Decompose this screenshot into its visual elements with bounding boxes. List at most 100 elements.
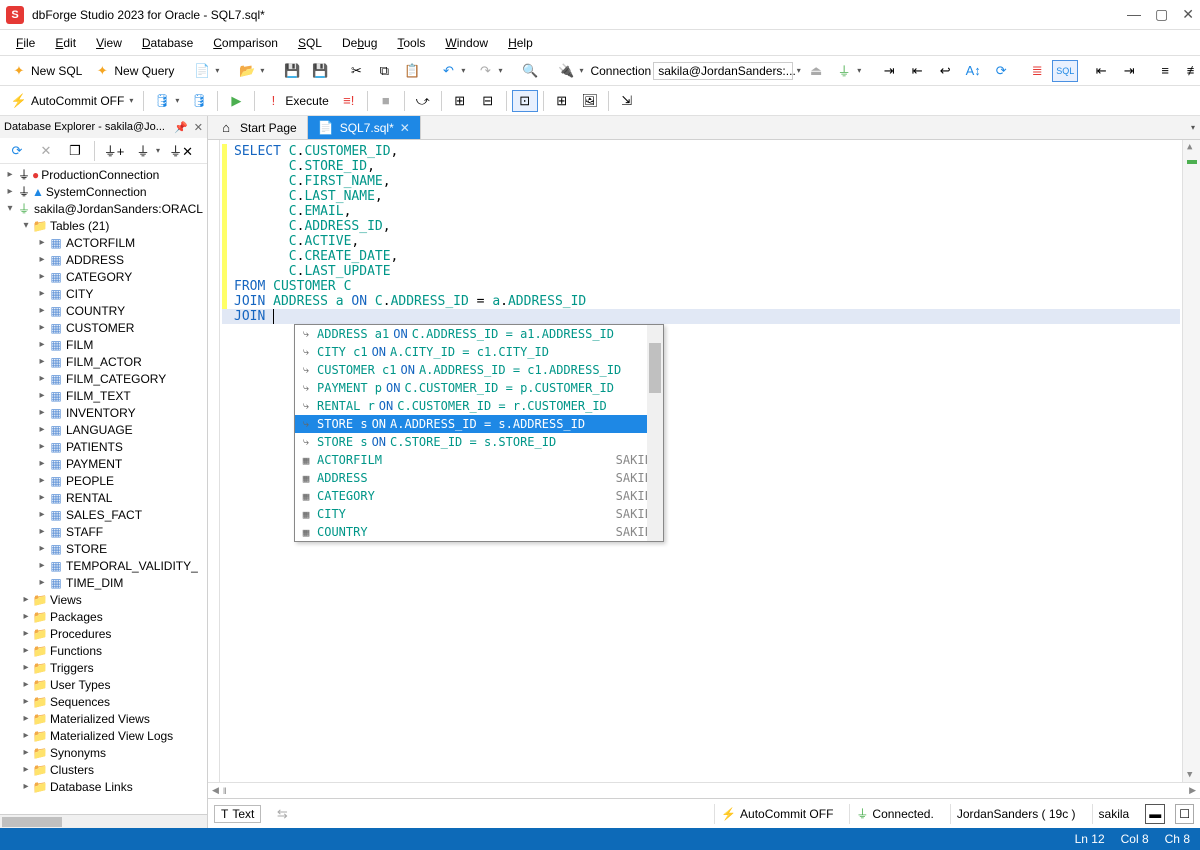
table-node[interactable]: ▸▦FILM <box>0 336 207 353</box>
table-node[interactable]: ▸▦CUSTOMER <box>0 319 207 336</box>
view-toggle-1[interactable]: ▬ <box>1145 804 1165 824</box>
tables-folder[interactable]: ▾📁Tables (21) <box>0 217 207 234</box>
table-node[interactable]: ▸▦ADDRESS <box>0 251 207 268</box>
grid-mode-button[interactable]: ⊡ <box>512 90 538 112</box>
table-node[interactable]: ▸▦STORE <box>0 540 207 557</box>
delete-button[interactable]: ✕ <box>33 140 59 162</box>
scroll-up-icon[interactable]: ▲ <box>1187 142 1192 152</box>
minimize-button[interactable]: — <box>1127 6 1141 23</box>
execute-button[interactable]: !Execute <box>260 90 333 112</box>
menu-debug[interactable]: Debug <box>334 34 385 52</box>
split-button[interactable]: ⇆ <box>269 803 295 825</box>
schema-folder[interactable]: ▸📁User Types <box>0 676 207 693</box>
copy-button[interactable]: ⧉ <box>371 60 397 82</box>
menu-sql[interactable]: SQL <box>290 34 330 52</box>
autocomplete-item[interactable]: ⤷ADDRESS a1 ON C.ADDRESS_ID = a1.ADDRESS… <box>295 325 663 343</box>
menu-file[interactable]: File <box>8 34 43 52</box>
table-node[interactable]: ▸▦CATEGORY <box>0 268 207 285</box>
table-node[interactable]: ▸▦STAFF <box>0 523 207 540</box>
new-sql-button[interactable]: ✦New SQL <box>6 60 87 82</box>
sql-editor[interactable]: SELECT C.CUSTOMER_ID, C.STORE_ID, C.FIRS… <box>208 140 1200 782</box>
outdent-button[interactable]: ⇤ <box>904 60 930 82</box>
connection-picker-button[interactable]: 🔌▾ <box>553 60 588 82</box>
autocomplete-item[interactable]: ⤷CUSTOMER c1 ON A.ADDRESS_ID = c1.ADDRES… <box>295 361 663 379</box>
table-node[interactable]: ▸▦RENTAL <box>0 489 207 506</box>
table-node[interactable]: ▸▦TEMPORAL_VALIDITY_ <box>0 557 207 574</box>
close-button[interactable]: ✕ <box>1182 6 1194 23</box>
schema-folder[interactable]: ▸📁Functions <box>0 642 207 659</box>
save-button[interactable]: 💾 <box>279 60 305 82</box>
autocomplete-item[interactable]: ▦ACTORFILMSAKILA <box>295 451 663 469</box>
menu-help[interactable]: Help <box>500 34 541 52</box>
execute-step-button[interactable]: ≡! <box>336 90 362 112</box>
table-node[interactable]: ▸▦LANGUAGE <box>0 421 207 438</box>
disconnect-button[interactable]: ⏚✕ <box>168 140 194 162</box>
schema-folder[interactable]: ▸📁Synonyms <box>0 744 207 761</box>
activate-button[interactable]: ⏚▾ <box>831 60 866 82</box>
menu-tools[interactable]: Tools <box>389 34 433 52</box>
autocomplete-item[interactable]: ⤷STORE s ON C.STORE_ID = s.STORE_ID <box>295 433 663 451</box>
rollback-button[interactable]: 🛢 <box>186 90 212 112</box>
new-query-button[interactable]: ✦New Query <box>89 60 179 82</box>
explain-button[interactable]: ⊞ <box>447 90 473 112</box>
deactivate-button[interactable]: ⏏ <box>803 60 829 82</box>
schema-folder[interactable]: ▸📁Materialized Views <box>0 710 207 727</box>
pin-icon[interactable]: 📌 <box>174 121 188 134</box>
maximize-button[interactable]: ▢ <box>1155 6 1168 23</box>
comment-button[interactable]: ≡ <box>1152 60 1178 82</box>
indent-button[interactable]: ⇥ <box>876 60 902 82</box>
table-node[interactable]: ▸▦ACTORFILM <box>0 234 207 251</box>
autocommit-button[interactable]: ⚡AutoCommit OFF▾ <box>6 90 138 112</box>
schema-folder[interactable]: ▸📁Database Links <box>0 778 207 795</box>
autocomplete-item[interactable]: ▦CATEGORYSAKILA <box>295 487 663 505</box>
tab-start-page[interactable]: ⌂Start Page <box>208 116 308 139</box>
schema-folder[interactable]: ▸📁Clusters <box>0 761 207 778</box>
autocomplete-popup[interactable]: ⤷ADDRESS a1 ON C.ADDRESS_ID = a1.ADDRESS… <box>294 324 664 542</box>
menu-edit[interactable]: Edit <box>47 34 84 52</box>
table-node[interactable]: ▸▦SALES_FACT <box>0 506 207 523</box>
table-node[interactable]: ▸▦FILM_TEXT <box>0 387 207 404</box>
text-mode-button[interactable]: TText <box>214 805 261 823</box>
windows-button[interactable]: ❐ <box>62 140 88 162</box>
explorer-tree[interactable]: ▸⏚●ProductionConnection ▸⏚▲SystemConnect… <box>0 164 207 814</box>
editor-horizontal-scrollbar[interactable]: ◀ ‖ ▶ <box>208 782 1200 798</box>
new-connection-button[interactable]: ⏚+ <box>101 140 127 162</box>
menu-comparison[interactable]: Comparison <box>205 34 286 52</box>
tab-sql-file[interactable]: 📄SQL7.sql*✕ <box>308 116 421 139</box>
commit-button[interactable]: 🛢▾ <box>149 90 184 112</box>
schema-folder[interactable]: ▸📁Procedures <box>0 625 207 642</box>
schema-folder[interactable]: ▸📁Packages <box>0 608 207 625</box>
sql-mode-button[interactable]: SQL <box>1052 60 1078 82</box>
case-button[interactable]: A↕ <box>960 60 986 82</box>
table-node[interactable]: ▸▦TIME_DIM <box>0 574 207 591</box>
menu-window[interactable]: Window <box>437 34 496 52</box>
find-button[interactable]: 🔍 <box>517 60 543 82</box>
open-button[interactable]: 📂▾ <box>234 60 269 82</box>
connection-node[interactable]: ▾⏚sakila@JordanSanders:ORACL <box>0 200 207 217</box>
table-node[interactable]: ▸▦INVENTORY <box>0 404 207 421</box>
filter-button[interactable]: ⏚▾ <box>130 140 165 162</box>
table-node[interactable]: ▸▦PEOPLE <box>0 472 207 489</box>
scroll-down-icon[interactable]: ▼ <box>1187 770 1192 780</box>
connection-node[interactable]: ▸⏚●ProductionConnection <box>0 166 207 183</box>
step-over-button[interactable]: ⤻ <box>410 90 436 112</box>
export-button[interactable]: ⇲ <box>614 90 640 112</box>
overview-ruler[interactable]: ▲ ▼ <box>1182 140 1200 782</box>
table-node[interactable]: ▸▦FILM_ACTOR <box>0 353 207 370</box>
wrap-button[interactable]: ↩ <box>932 60 958 82</box>
close-tab-icon[interactable]: ✕ <box>400 121 410 135</box>
redo-button[interactable]: ↷▾ <box>472 60 507 82</box>
refresh-tree-button[interactable]: ⟳ <box>4 140 30 162</box>
panel-close-button[interactable]: ✕ <box>194 121 203 134</box>
table-node[interactable]: ▸▦PAYMENT <box>0 455 207 472</box>
paste-button[interactable]: 📋 <box>399 60 425 82</box>
autocomplete-item[interactable]: ⤷RENTAL r ON C.CUSTOMER_ID = r.CUSTOMER_… <box>295 397 663 415</box>
schema-folder[interactable]: ▸📁Materialized View Logs <box>0 727 207 744</box>
view-toggle-2[interactable]: ☐ <box>1175 804 1194 824</box>
uncomment-button[interactable]: ≢ <box>1180 60 1200 82</box>
run-button[interactable]: ▶ <box>223 90 249 112</box>
schema-folder[interactable]: ▸📁Sequences <box>0 693 207 710</box>
save-all-button[interactable]: 💾 <box>307 60 333 82</box>
autocomplete-scrollbar[interactable] <box>647 325 663 541</box>
cut-button[interactable]: ✂ <box>343 60 369 82</box>
